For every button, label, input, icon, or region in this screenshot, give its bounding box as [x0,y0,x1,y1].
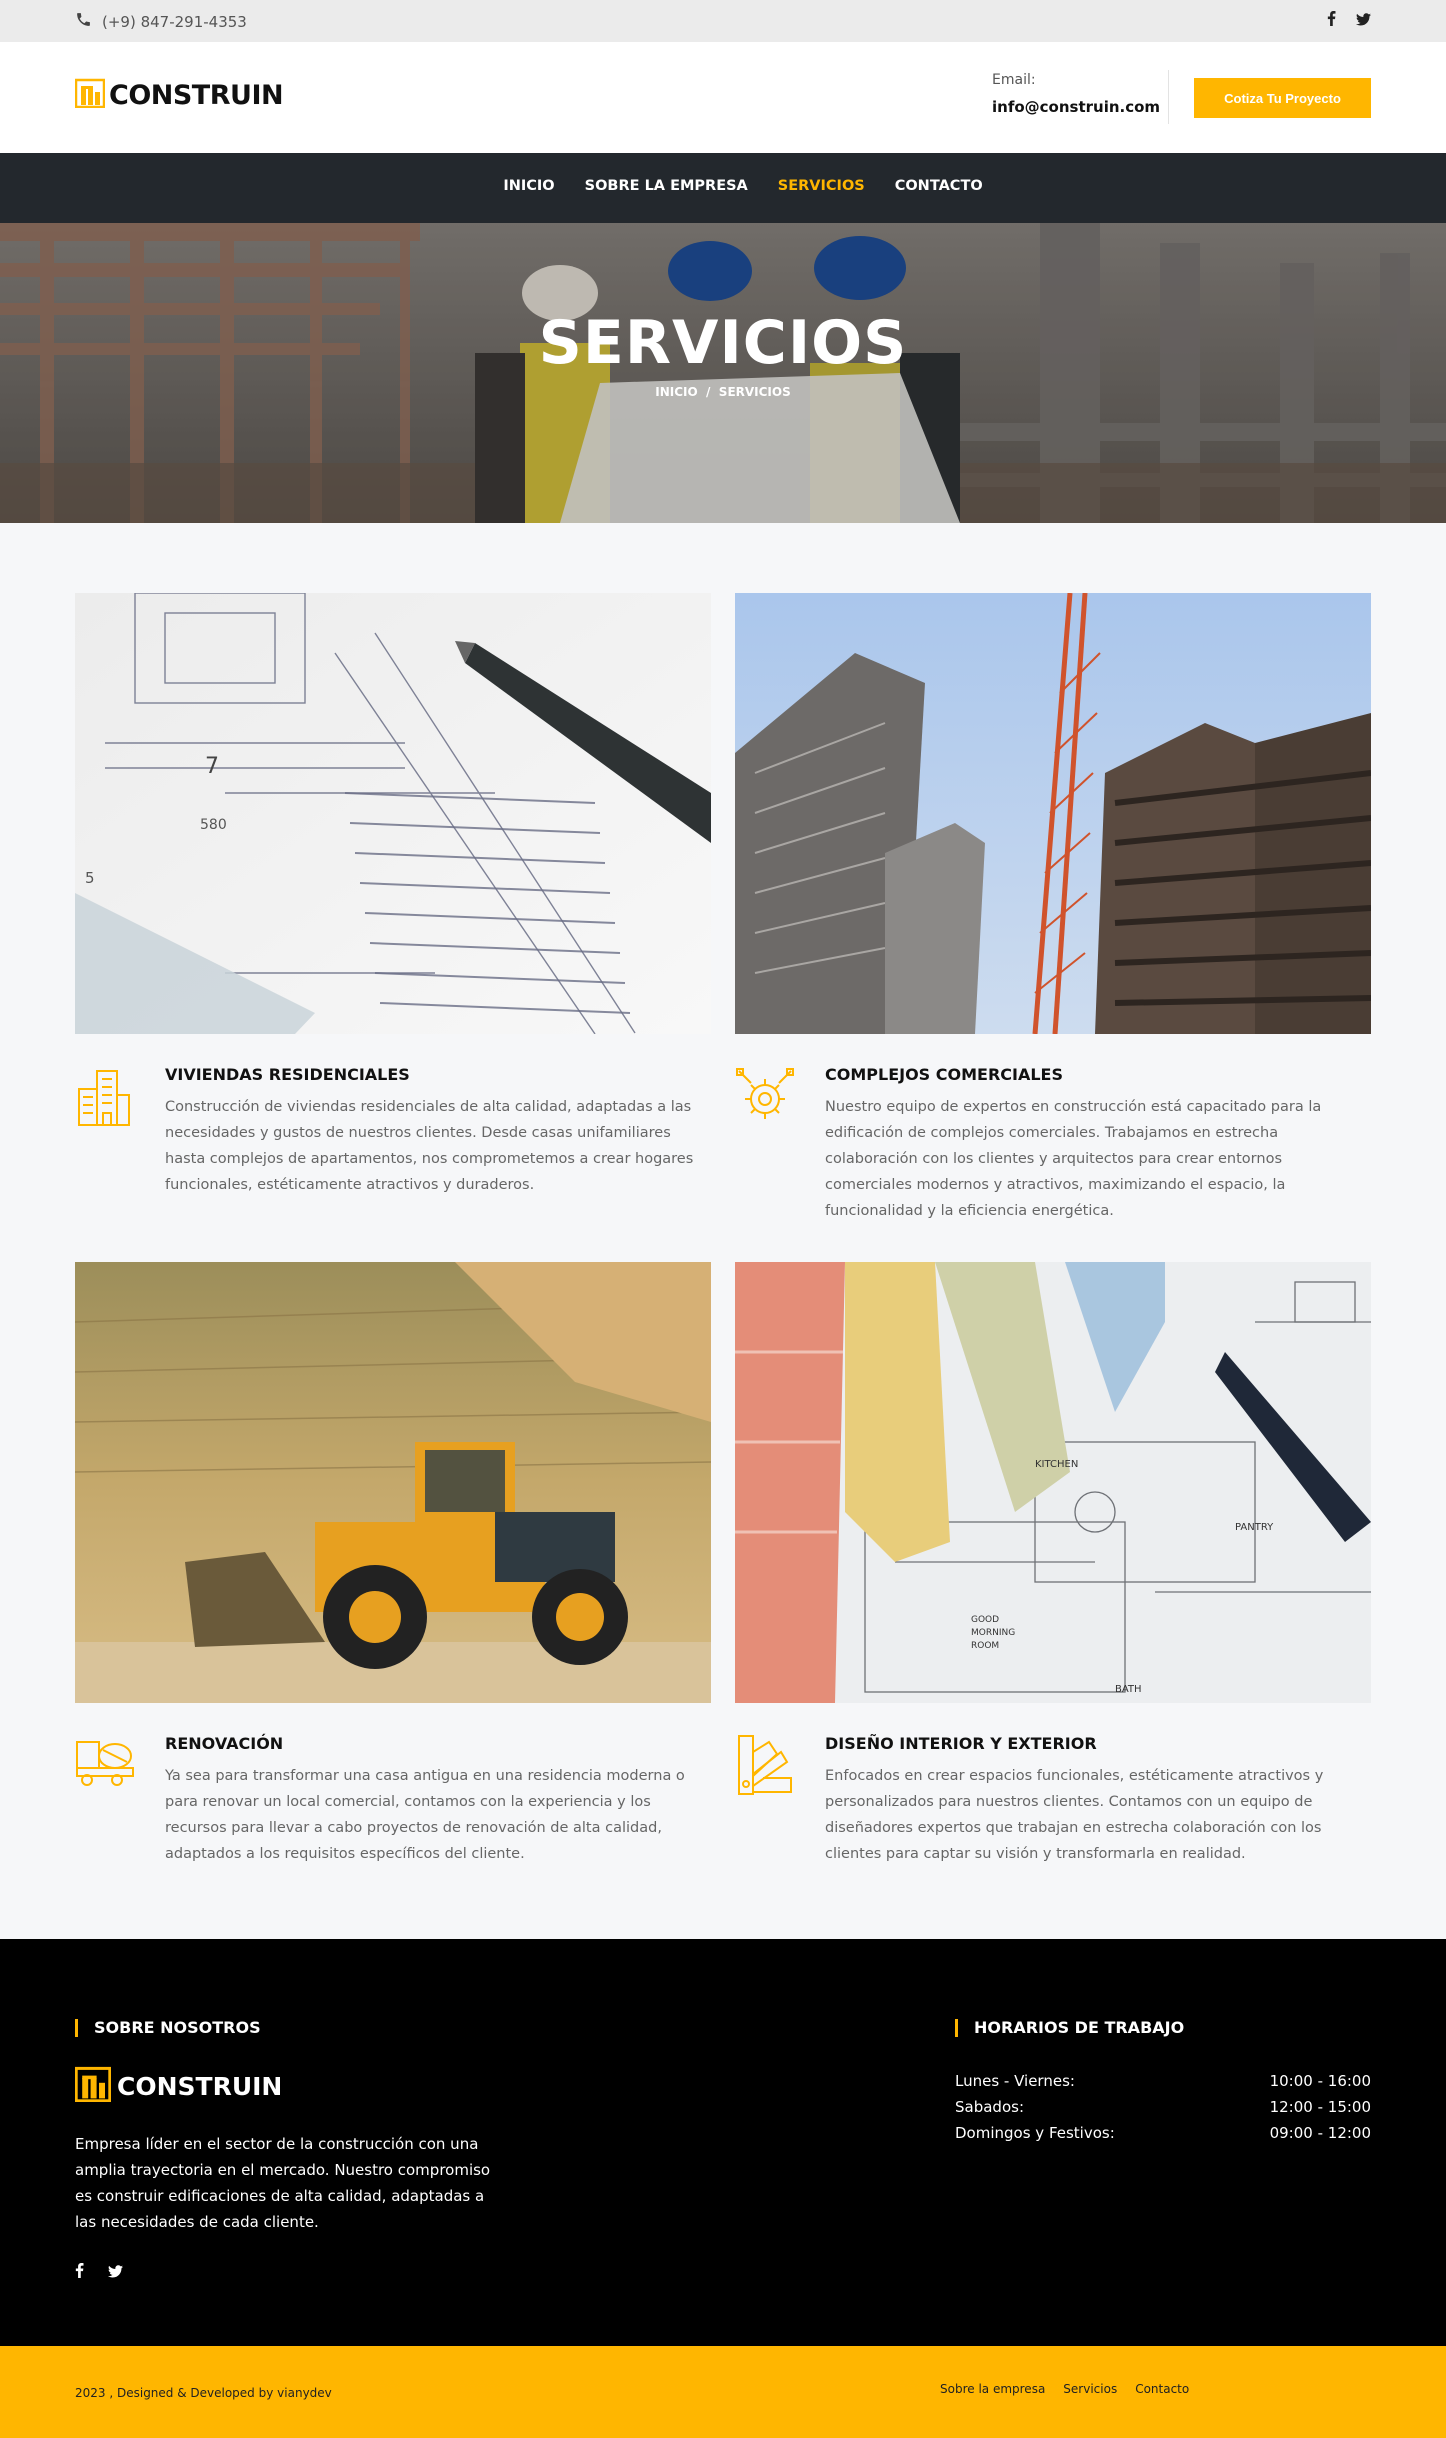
copyright-label: 2023 , Designed & Developed by [75,2386,274,2400]
developer-link[interactable]: vianydev [277,2386,332,2400]
hours-time: 10:00 - 16:00 [1269,2072,1371,2090]
service-desc-renovacion: Ya sea para transformar una casa antigua… [165,1768,685,1862]
topbar-social [1327,11,1371,30]
service-title-comerciales: COMPLEJOS COMERCIALES [825,1065,1064,1084]
service-title-diseno: DISEÑO INTERIOR Y EXTERIOR [825,1734,1097,1753]
phone-number: (+9) 847-291-4353 [102,12,247,31]
footer-link-sobre[interactable]: Sobre la empresa [940,2382,1045,2396]
footer-links: Sobre la empresa Servicios Contacto [940,2382,1189,2396]
footer-logo-text: CONSTRUIN [117,2071,283,2101]
copyright-text: 2023 , Designed & Developed by vianydev [75,2386,332,2400]
blueprint-number-5: 5 [85,869,95,887]
footer-about-text: Empresa líder en el sector de la constru… [75,2135,491,2231]
email-value[interactable]: info@construin.com [992,98,1160,116]
main-nav: INICIO SOBRE LA EMPRESA SERVICIOS CONTAC… [0,153,1446,223]
site-logo[interactable]: CONSTRUIN [74,78,284,112]
floorplan-label-bath: BATH [1115,1684,1142,1695]
header-divider [1168,70,1169,124]
service-image-renovacion [75,1262,711,1703]
footer-logo[interactable]: CONSTRUIN [74,2066,283,2106]
email-label: Email: [992,72,1036,88]
service-desc-diseno: Enfocados en crear espacios funcionales,… [825,1768,1324,1862]
phone-icon [75,11,92,32]
nav-item-servicios[interactable]: SERVICIOS [778,178,865,194]
breadcrumb-home[interactable]: INICIO [655,385,697,399]
footer-link-contacto[interactable]: Contacto [1135,2382,1189,2396]
copyright-bar: 2023 , Designed & Developed by vianydev … [0,2346,1446,2438]
floorplan-label-kitchen: KITCHEN [1035,1459,1078,1470]
footer-social [75,2263,123,2282]
hours-day: Sabados: [955,2098,1024,2116]
footer-link-servicios[interactable]: Servicios [1063,2382,1117,2396]
top-bar: (+9) 847-291-4353 [0,0,1446,42]
service-desc-comerciales: Nuestro equipo de expertos en construcci… [825,1099,1322,1219]
twitter-icon[interactable] [1356,11,1371,30]
header-email: Email: info@construin.com [992,72,1160,116]
footer-logo-icon [74,2066,112,2106]
service-title-renovacion: RENOVACIÓN [165,1734,284,1753]
service-image-viviendas: 7 580 5 [75,593,711,1034]
nav-item-contacto[interactable]: CONTACTO [895,178,983,194]
service-image-diseno: KITCHEN PANTRY GOOD MORNING ROOM BATH [735,1262,1371,1703]
nav-item-inicio[interactable]: INICIO [503,178,554,194]
floorplan-label-pantry: PANTRY [1235,1522,1274,1533]
blueprint-number-7: 7 [205,754,219,779]
logo-text: CONSTRUIN [109,79,284,111]
floorplan-label-room-3: ROOM [971,1641,999,1651]
concrete-truck-icon [75,1736,135,1798]
quote-button[interactable]: Cotiza Tu Proyecto [1194,78,1371,118]
hours-time: 12:00 - 15:00 [1269,2098,1371,2116]
facebook-icon[interactable] [75,2263,84,2282]
breadcrumb-current: SERVICIOS [718,385,791,399]
service-desc-viviendas: Construcción de viviendas residenciales … [165,1099,694,1193]
twitter-icon[interactable] [108,2263,123,2282]
breadcrumb-separator: / [706,385,711,399]
site-footer: SOBRE NOSOTROS CONSTRUIN Empresa líder e… [0,1939,1446,2346]
page-hero: SERVICIOS INICIO / SERVICIOS [0,223,1446,523]
page-title: SERVICIOS [538,308,908,378]
breadcrumb: INICIO / SERVICIOS [0,385,1446,399]
floorplan-label-room-2: MORNING [971,1628,1015,1638]
buildings-icon [75,1067,135,1129]
floorplan-label-room-1: GOOD [971,1615,999,1625]
service-title-viviendas: VIVIENDAS RESIDENCIALES [165,1065,410,1084]
hours-day: Lunes - Viernes: [955,2072,1075,2090]
hours-row: Domingos y Festivos: 09:00 - 12:00 [955,2120,1371,2146]
hours-day: Domingos y Festivos: [955,2124,1115,2142]
service-image-comerciales [735,593,1371,1034]
footer-hours-title: HORARIOS DE TRABAJO [955,2019,1184,2037]
blueprint-number-580: 580 [200,817,227,833]
site-header: CONSTRUIN Email: info@construin.com Coti… [0,42,1446,153]
hours-time: 09:00 - 12:00 [1269,2124,1371,2142]
facebook-icon[interactable] [1327,11,1336,30]
gear-tools-icon [735,1067,795,1129]
hours-row: Sabados: 12:00 - 15:00 [955,2094,1371,2120]
phone-contact[interactable]: (+9) 847-291-4353 [75,11,247,32]
hours-row: Lunes - Viernes: 10:00 - 16:00 [955,2068,1371,2094]
logo-icon [74,78,106,112]
color-swatch-icon [735,1734,795,1796]
nav-item-sobre-la-empresa[interactable]: SOBRE LA EMPRESA [585,178,748,194]
footer-about-title: SOBRE NOSOTROS [75,2019,261,2037]
working-hours: Lunes - Viernes: 10:00 - 16:00 Sabados: … [955,2068,1371,2146]
